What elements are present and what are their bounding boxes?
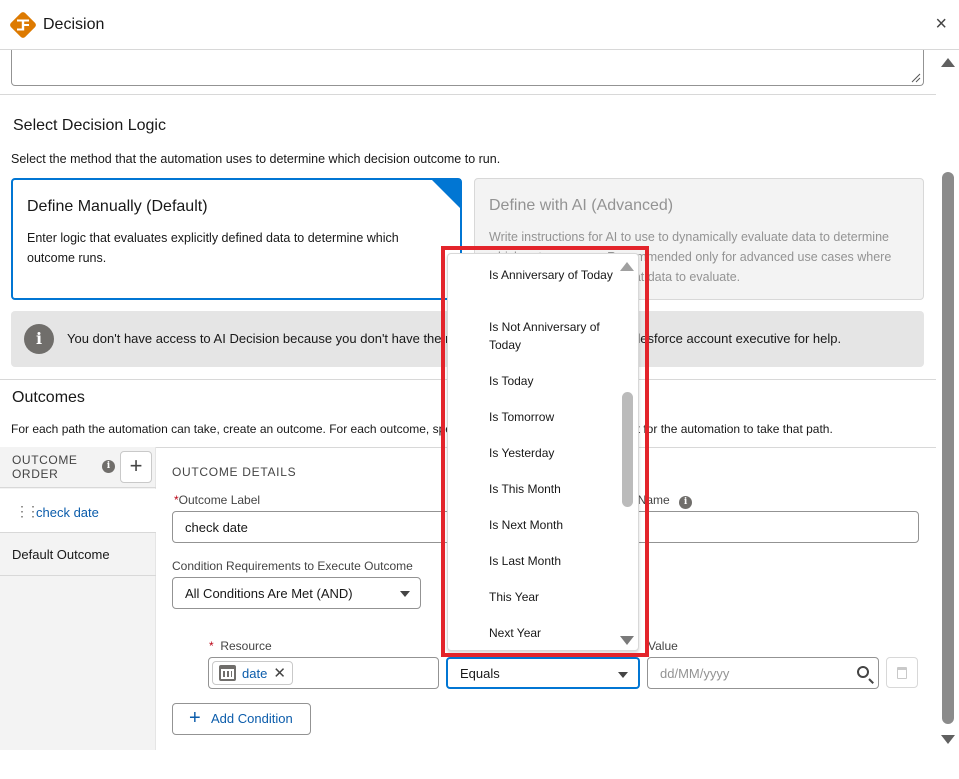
- chevron-down-icon: [400, 591, 410, 597]
- info-icon[interactable]: i: [102, 460, 115, 473]
- dropdown-scrollbar-thumb[interactable]: [622, 392, 633, 507]
- description-textarea[interactable]: [11, 50, 924, 86]
- remove-icon[interactable]: ✕: [273, 664, 286, 682]
- outcome-order-label: OUTCOME ORDER: [12, 453, 78, 481]
- condition-requirements-select[interactable]: All Conditions Are Met (AND): [172, 577, 421, 609]
- search-icon[interactable]: [857, 666, 869, 678]
- outcome-label-label: *Outcome Label: [174, 493, 261, 507]
- resize-grip-icon[interactable]: [911, 73, 921, 83]
- resource-pill-label: date: [242, 665, 268, 681]
- divider: [0, 94, 936, 95]
- dropdown-option[interactable]: Is Next Month: [489, 516, 619, 534]
- condition-requirements-label: Condition Requirements to Execute Outcom…: [172, 559, 413, 573]
- add-condition-button[interactable]: + Add Condition: [172, 703, 311, 735]
- outcome-label-input[interactable]: check date: [172, 511, 472, 543]
- scroll-down-icon[interactable]: [620, 636, 634, 645]
- close-icon[interactable]: ×: [935, 14, 947, 34]
- dropdown-option[interactable]: Is Yesterday: [489, 444, 619, 462]
- outcomes-description: For each path the automation can take, c…: [11, 422, 833, 436]
- scrollbar-thumb[interactable]: [942, 172, 954, 724]
- scroll-up-icon[interactable]: [941, 58, 955, 67]
- dropdown-option[interactable]: Next Year: [489, 624, 619, 642]
- info-icon: i: [24, 324, 54, 354]
- outcome-item-label: check date: [36, 505, 99, 520]
- modal-title: Decision: [43, 16, 105, 33]
- outcome-item-check-date[interactable]: ⋮⋮ check date: [0, 489, 156, 533]
- calendar-icon: [219, 665, 236, 681]
- info-icon[interactable]: i: [679, 496, 693, 509]
- dropdown-option[interactable]: Is This Month: [489, 480, 619, 498]
- outcome-item-default[interactable]: Default Outcome: [0, 533, 156, 576]
- card-title: Define with AI (Advanced): [489, 197, 674, 214]
- dropdown-option[interactable]: This Year: [489, 588, 619, 606]
- decision-logo-icon: [10, 12, 36, 38]
- trash-icon: [897, 667, 907, 679]
- resource-pill[interactable]: date ✕: [212, 661, 293, 685]
- outcome-order-panel: OUTCOME ORDER i + ⋮⋮ check date Default …: [0, 447, 156, 750]
- resource-label: * Resource: [209, 639, 272, 653]
- dropdown-option[interactable]: Is Tomorrow: [489, 408, 619, 426]
- dropdown-option[interactable]: Is Last Month: [489, 552, 619, 570]
- drag-handle-icon[interactable]: ⋮⋮: [15, 503, 40, 520]
- dropdown-option[interactable]: Is Not Anniversary of Today: [489, 318, 619, 354]
- delete-condition-button: [886, 657, 918, 688]
- chevron-down-icon: [618, 672, 628, 678]
- plus-icon: +: [189, 707, 201, 729]
- page-scrollbar[interactable]: [937, 50, 959, 750]
- selected-corner-icon: [431, 179, 461, 209]
- card-body: Enter logic that evaluates explicitly de…: [27, 231, 399, 265]
- modal-header: Decision ×: [0, 0, 959, 50]
- value-label: Value: [648, 639, 678, 653]
- api-name-input[interactable]: [615, 511, 919, 543]
- outcome-item-label: Default Outcome: [12, 547, 110, 562]
- add-outcome-button[interactable]: +: [120, 451, 152, 483]
- dropdown-option[interactable]: Is Anniversary of Today: [489, 266, 619, 284]
- outcome-order-header: OUTCOME ORDER i +: [0, 447, 156, 488]
- logic-description: Select the method that the automation us…: [11, 152, 501, 166]
- scroll-down-icon[interactable]: [941, 735, 955, 744]
- resource-input[interactable]: date ✕: [208, 657, 439, 689]
- logic-section-title: Select Decision Logic: [13, 117, 166, 134]
- scroll-up-icon[interactable]: [620, 262, 634, 271]
- operator-select[interactable]: Equals: [446, 657, 640, 689]
- card-title: Define Manually (Default): [27, 198, 208, 215]
- operator-dropdown-list[interactable]: Is Anniversary of Today Is Not Anniversa…: [447, 253, 639, 651]
- outcomes-section-title: Outcomes: [12, 389, 85, 406]
- value-input[interactable]: dd/MM/yyyy: [647, 657, 879, 689]
- define-manually-card[interactable]: Define Manually (Default) Enter logic th…: [11, 178, 462, 300]
- dropdown-option[interactable]: Is Today: [489, 372, 619, 390]
- outcome-details-title: OUTCOME DETAILS: [172, 465, 297, 479]
